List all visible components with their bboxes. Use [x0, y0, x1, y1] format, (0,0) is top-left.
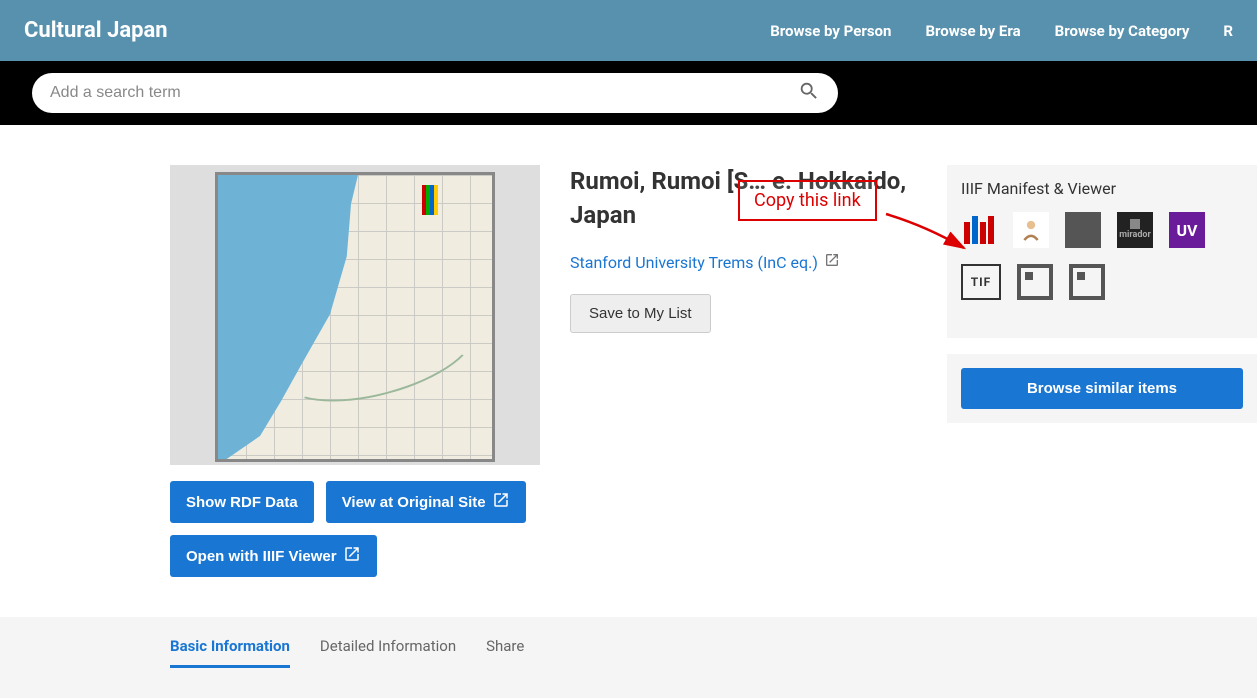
curation-viewer-icon[interactable] — [1013, 212, 1049, 248]
save-to-list-button[interactable]: Save to My List — [570, 294, 711, 333]
show-rdf-button[interactable]: Show RDF Data — [170, 481, 314, 523]
top-header: Cultural Japan Browse by Person Browse b… — [0, 0, 1257, 61]
tabs-section: Basic Information Detailed Information S… — [0, 617, 1257, 698]
item-preview-image[interactable] — [170, 165, 540, 465]
viewer-icon-grid: mirador UV TIF — [961, 212, 1243, 300]
search-section — [0, 61, 1257, 125]
external-link-icon — [343, 545, 361, 567]
uv-viewer-icon[interactable]: UV — [1169, 212, 1205, 248]
iiif-section-title: IIIF Manifest & Viewer — [961, 179, 1243, 198]
tab-basic-information[interactable]: Basic Information — [170, 637, 290, 668]
annotation-callout: Copy this link — [738, 180, 877, 221]
viewer-option-2-icon[interactable] — [1069, 264, 1105, 300]
browse-similar-button[interactable]: Browse similar items — [961, 368, 1243, 409]
tab-detailed-information[interactable]: Detailed Information — [320, 637, 456, 668]
external-link-icon — [492, 491, 510, 513]
view-original-button[interactable]: View at Original Site — [326, 481, 526, 523]
nav-browse-person[interactable]: Browse by Person — [770, 22, 891, 40]
annotation-arrow-icon — [886, 206, 976, 270]
mirador-dark-icon[interactable]: mirador — [1117, 212, 1153, 248]
search-container — [32, 73, 838, 113]
mirador-grey-icon[interactable] — [1065, 212, 1101, 248]
external-link-icon — [824, 252, 840, 272]
source-link[interactable]: Stanford University Trems (InC eq.) — [570, 252, 840, 272]
left-column: Show RDF Data View at Original Site Open… — [170, 165, 540, 577]
right-column: IIIF Manifest & Viewer mirador UV TIF Br… — [947, 165, 1257, 577]
search-input[interactable] — [50, 84, 798, 102]
viewer-option-1-icon[interactable] — [1017, 264, 1053, 300]
main-nav: Browse by Person Browse by Era Browse by… — [770, 22, 1233, 40]
nav-more[interactable]: R — [1223, 22, 1233, 40]
tab-share[interactable]: Share — [486, 637, 524, 668]
search-icon[interactable] — [798, 80, 820, 106]
main-content: Show RDF Data View at Original Site Open… — [0, 125, 1257, 577]
site-logo[interactable]: Cultural Japan — [24, 18, 168, 43]
open-iiif-viewer-button[interactable]: Open with IIIF Viewer — [170, 535, 377, 577]
nav-browse-category[interactable]: Browse by Category — [1055, 22, 1190, 40]
nav-browse-era[interactable]: Browse by Era — [925, 22, 1020, 40]
middle-column: Rumoi, Rumoi [S… e. Hokkaido, Japan Stan… — [570, 165, 917, 577]
